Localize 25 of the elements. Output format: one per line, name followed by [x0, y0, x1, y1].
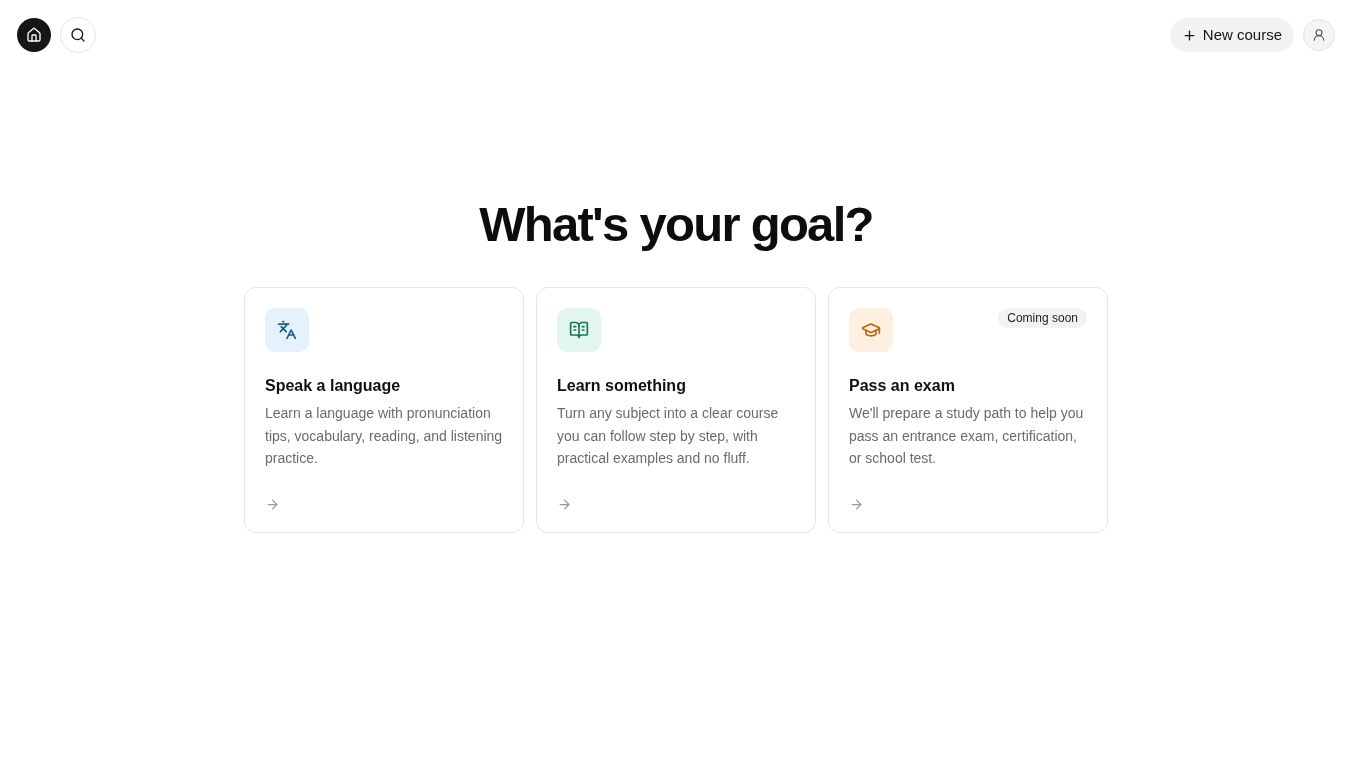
page-heading: What's your goal?	[479, 196, 873, 252]
arrow-right-icon	[265, 497, 280, 512]
goal-card[interactable]: Coming soon Pass an exam We'll prepare a study path to help you pass an entrance exam, certification, or school test.	[828, 287, 1108, 533]
profile-button[interactable]	[1303, 19, 1335, 51]
card-description: Turn any subject into a clear course you can follow step by step, with practical examples and no fluff.	[557, 404, 780, 468]
card-title: Learn something	[557, 376, 687, 396]
card-description: Learn a language with pronunciation tips, vocabulary, reading, and listening practice.	[265, 404, 503, 468]
home-icon	[26, 27, 42, 43]
arrow-right-icon	[557, 497, 572, 512]
card-title: Pass an exam	[849, 376, 956, 396]
card-description: We'll prepare a study path to help you pass an entrance exam, certification, or school test.	[849, 404, 1085, 468]
search-button[interactable]	[60, 17, 96, 53]
card-title: Speak a language	[265, 376, 402, 396]
goal-card[interactable]: Learn something Turn any subject into a clear course you can follow step by step, with practical examples and no fluff.	[536, 287, 816, 533]
goal-card[interactable]: Speak a language Learn a language with pronunciation tips, vocabulary, reading, and listening practice.	[244, 287, 524, 533]
status-badge: Coming soon	[998, 308, 1087, 328]
graduation-cap-icon	[849, 308, 893, 352]
translate-icon	[265, 308, 309, 352]
home-button[interactable]	[17, 18, 51, 52]
user-icon	[1312, 28, 1326, 42]
open-book-icon	[557, 308, 601, 352]
plus-icon	[1181, 27, 1197, 43]
arrow-right-icon	[849, 497, 864, 512]
search-icon	[70, 27, 86, 43]
new-course-button[interactable]: New course	[1169, 18, 1294, 52]
